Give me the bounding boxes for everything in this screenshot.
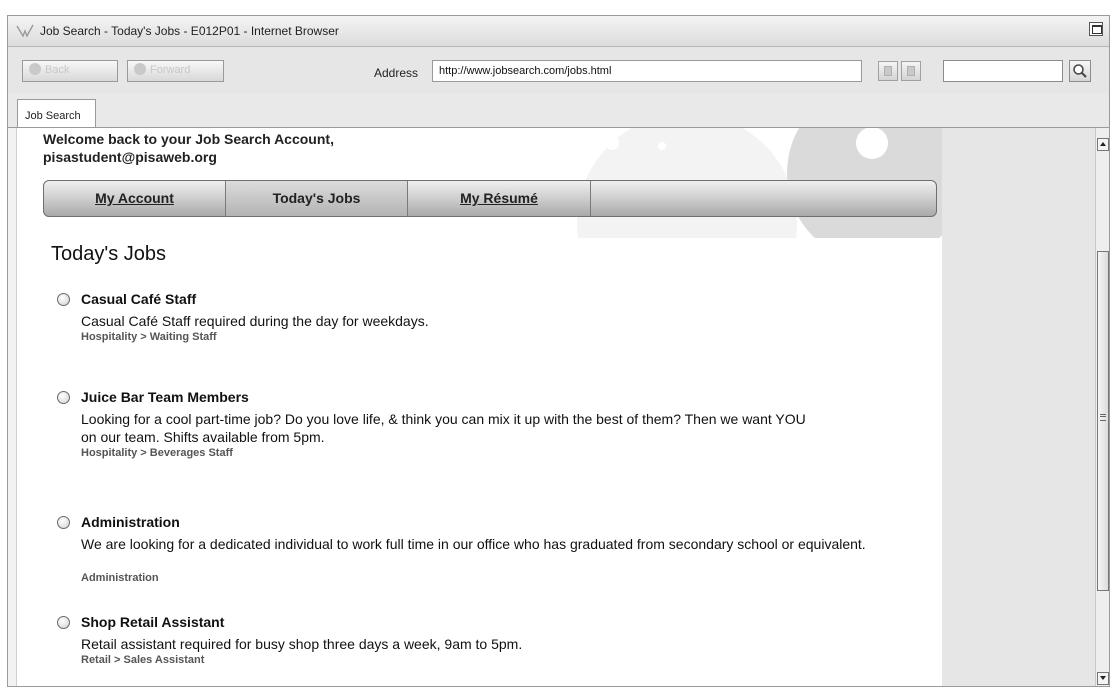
back-arrow-icon (29, 63, 41, 76)
nav-todays-jobs[interactable]: Today's Jobs (225, 181, 408, 216)
paste-button[interactable] (901, 61, 921, 81)
page-content: Welcome back to your Job Search Account,… (16, 128, 943, 686)
browser-toolbar: Back Forward Address (8, 47, 1109, 94)
tab-job-search[interactable]: Job Search (17, 99, 96, 127)
nav-my-resume[interactable]: My Résumé (408, 181, 591, 216)
title-bar: Job Search - Today's Jobs - E012P01 - In… (8, 16, 1109, 47)
browser-logo-icon (16, 24, 34, 38)
nav-my-account[interactable]: My Account (44, 181, 225, 216)
job-title: Shop Retail Assistant (81, 614, 225, 630)
address-label: Address (374, 66, 419, 80)
search-input[interactable] (943, 60, 1063, 82)
job-radio[interactable] (57, 391, 70, 404)
nav-my-resume-label: My Résumé (460, 190, 538, 206)
search-button[interactable] (1069, 60, 1091, 82)
job-title: Casual Café Staff (81, 291, 197, 307)
job-description: Casual Café Staff required during the da… (81, 313, 429, 329)
forward-button-label: Forward (150, 64, 191, 76)
forward-arrow-icon (134, 63, 146, 76)
copy-icon (884, 66, 892, 76)
copy-button[interactable] (878, 61, 898, 81)
vertical-scrollbar[interactable] (1095, 128, 1109, 686)
job-category: Hospitality > Beverages Staff (81, 447, 233, 459)
right-sidebar (942, 128, 1095, 686)
scroll-down-arrow-icon[interactable] (1097, 672, 1109, 685)
job-description: Retail assistant required for busy shop … (81, 636, 523, 652)
job-category: Administration (81, 572, 159, 584)
forward-button[interactable]: Forward (127, 60, 224, 82)
job-radio[interactable] (57, 293, 70, 306)
scrollbar-thumb[interactable] (1097, 251, 1109, 591)
tab-strip: Job Search (8, 93, 1109, 128)
job-description: We are looking for a dedicated individua… (81, 536, 866, 552)
job-radio[interactable] (57, 616, 70, 629)
maximize-button[interactable] (1089, 22, 1103, 36)
nav-todays-jobs-label: Today's Jobs (272, 190, 361, 206)
browser-window: Job Search - Today's Jobs - E012P01 - In… (7, 15, 1110, 687)
nav-my-account-label: My Account (95, 190, 174, 206)
window-title: Job Search - Today's Jobs - E012P01 - In… (40, 24, 339, 38)
job-title: Administration (81, 514, 180, 530)
page-title: Today's Jobs (51, 243, 166, 265)
paste-icon (907, 66, 915, 76)
scroll-up-arrow-icon[interactable] (1097, 138, 1109, 151)
back-button[interactable]: Back (22, 60, 118, 82)
job-description: Looking for a cool part-time job? Do you… (81, 411, 806, 445)
job-title: Juice Bar Team Members (81, 389, 249, 405)
job-category: Retail > Sales Assistant (81, 654, 205, 666)
account-nav: My Account Today's Jobs My Résumé (43, 180, 937, 217)
job-radio[interactable] (57, 516, 70, 529)
welcome-message: Welcome back to your Job Search Account,… (43, 131, 334, 165)
back-button-label: Back (45, 64, 70, 76)
magnifier-icon (1073, 64, 1087, 78)
address-bar[interactable] (432, 60, 862, 82)
grip-icon (1100, 414, 1106, 421)
job-category: Hospitality > Waiting Staff (81, 331, 217, 343)
